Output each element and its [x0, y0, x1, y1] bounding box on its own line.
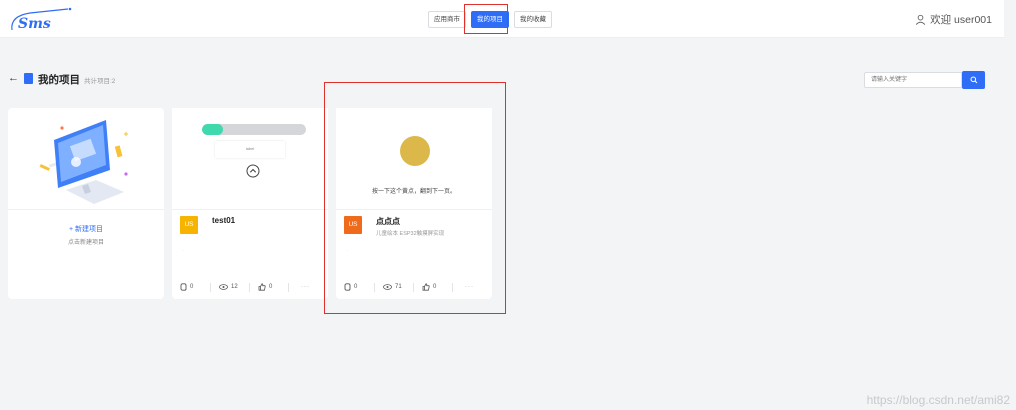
fork-icon	[180, 283, 187, 291]
avatar: US	[180, 216, 198, 234]
project-card[interactable]: 按一下这个黄点，翻到下一页。 US 点点点 儿童绘本 ESP32触摸屏实现 · …	[336, 108, 492, 299]
dot-icon: ·	[182, 248, 184, 254]
eye-icon	[383, 284, 392, 290]
project-preview[interactable]: label	[172, 108, 328, 210]
logo[interactable]: Sms	[8, 6, 74, 34]
search-icon	[970, 76, 977, 84]
project-count: 共计项目:2	[84, 78, 116, 85]
eye-icon	[219, 284, 228, 290]
stat-divider	[374, 282, 375, 292]
chevron-up-icon	[246, 164, 260, 178]
like-stat[interactable]: 0	[422, 283, 452, 291]
user-icon	[915, 14, 926, 25]
project-preview[interactable]: 按一下这个黄点，翻到下一页。	[336, 108, 492, 210]
preview-progress-bar	[202, 124, 306, 135]
tab-my-projects-wrapper: 我的项目	[464, 4, 512, 34]
view-count: 71	[395, 284, 402, 290]
new-project-hint: 点击新建项目	[67, 240, 104, 246]
project-stats: 0 71 0 ···	[344, 280, 484, 294]
main-nav: 应用商市 我的项目 我的收藏	[428, 4, 552, 34]
like-stat[interactable]: 0	[258, 283, 288, 291]
document-icon	[24, 73, 33, 84]
project-stats: 0 12 0 ···	[180, 280, 320, 294]
card-divider	[8, 209, 164, 210]
thumbs-up-icon	[422, 283, 430, 291]
logo-text: Sms	[18, 16, 51, 32]
logo-graphic: Sms	[11, 7, 72, 32]
search-button[interactable]	[962, 71, 985, 89]
user-greeting: 欢迎 user001	[930, 14, 992, 26]
new-project-card[interactable]: + 新建项目 点击新建项目	[8, 108, 164, 299]
view-count: 12	[231, 284, 238, 290]
page-title: 我的项目	[38, 74, 80, 86]
search-input[interactable]	[864, 72, 962, 88]
preview-text: 按一下这个黄点，翻到下一页。	[371, 189, 456, 195]
stat-divider	[210, 282, 211, 292]
tab-my-projects[interactable]: 我的项目	[471, 11, 509, 28]
watermark: https://blog.csdn.net/ami82	[866, 393, 1010, 407]
project-name[interactable]: test01	[212, 216, 235, 225]
preview-progress-fill	[202, 124, 223, 135]
fork-stat[interactable]: 0	[344, 283, 374, 291]
view-stat[interactable]: 12	[219, 284, 249, 290]
computer-illustration	[39, 120, 128, 204]
dot-icon: ·	[346, 248, 348, 254]
more-options-icon[interactable]: ···	[301, 284, 310, 290]
stat-divider	[249, 282, 250, 292]
top-header: Sms 应用商市 我的项目 我的收藏 欢迎 user001	[0, 0, 1004, 38]
tab-my-favorites[interactable]: 我的收藏	[514, 11, 552, 28]
user-menu[interactable]: 欢迎 user001	[915, 12, 992, 27]
like-count: 0	[433, 284, 437, 290]
stat-divider	[288, 282, 289, 292]
thumbs-up-icon	[258, 283, 266, 291]
stat-divider	[413, 282, 414, 292]
back-arrow-icon[interactable]: ←	[8, 72, 19, 84]
project-description: 儿童绘本 ESP32触摸屏实现	[376, 231, 445, 237]
new-project-label[interactable]: + 新建项目	[8, 224, 164, 234]
tab-app-market[interactable]: 应用商市	[428, 11, 466, 28]
project-card[interactable]: label US test01 · 0 12 0 ···	[172, 108, 328, 299]
fork-icon	[344, 283, 351, 291]
avatar: US	[344, 216, 362, 234]
fork-stat[interactable]: 0	[180, 283, 210, 291]
yellow-dot	[400, 136, 430, 166]
preview-label-box: label	[215, 141, 285, 158]
project-name[interactable]: 点点点	[376, 216, 400, 227]
fork-count: 0	[354, 284, 358, 290]
stat-divider	[452, 282, 453, 292]
more-options-icon[interactable]: ···	[465, 284, 474, 290]
like-count: 0	[269, 284, 273, 290]
fork-count: 0	[190, 284, 194, 290]
view-stat[interactable]: 71	[383, 284, 413, 290]
